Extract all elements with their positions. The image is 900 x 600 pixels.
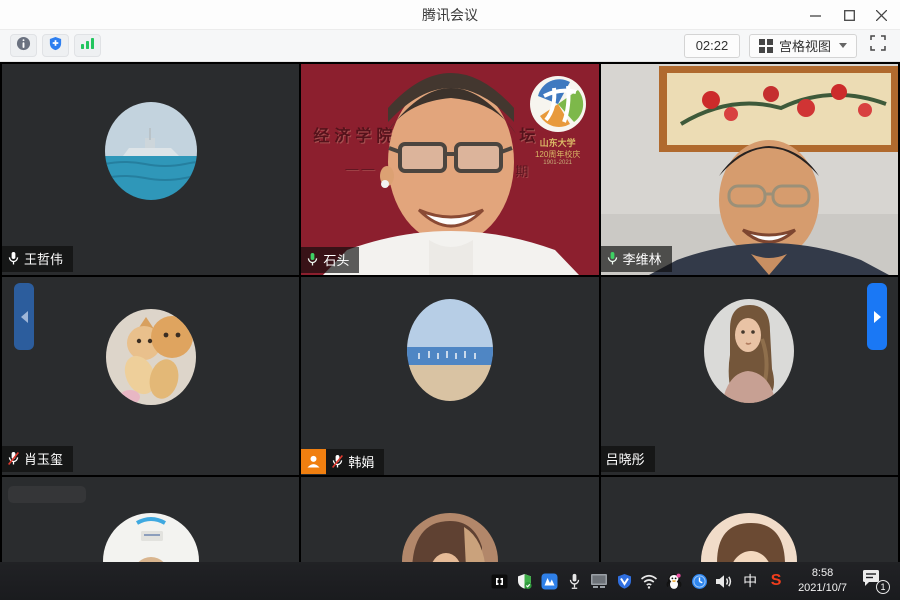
tencent-meeting-window: 腾讯会议 02:22 bbox=[0, 0, 900, 600]
display-icon[interactable] bbox=[590, 572, 608, 590]
minimize-button[interactable] bbox=[798, 0, 832, 30]
tooltip-remnant bbox=[8, 486, 86, 503]
windows-taskbar: 中 S 8:58 2021/10/7 1 bbox=[0, 562, 900, 600]
mic-muted-icon bbox=[7, 451, 20, 466]
info-icon bbox=[16, 36, 31, 56]
taskbar-clock[interactable]: 8:58 2021/10/7 bbox=[792, 566, 853, 596]
logo-text: 120周年校庆 bbox=[527, 149, 589, 160]
view-mode-label: 宫格视图 bbox=[779, 36, 831, 55]
shield-icon bbox=[48, 36, 63, 56]
logo-text: 1901-2021 bbox=[527, 160, 589, 166]
mic-on-icon bbox=[7, 251, 20, 266]
security-button[interactable] bbox=[42, 34, 69, 57]
chevron-right-icon bbox=[874, 311, 881, 323]
video-feed bbox=[601, 64, 898, 275]
clock-app-icon[interactable] bbox=[690, 572, 708, 590]
name-tag: 韩娟 bbox=[326, 449, 384, 475]
avatar bbox=[407, 299, 493, 401]
chevron-left-icon bbox=[21, 311, 28, 323]
view-mode-dropdown[interactable]: 宫格视图 bbox=[749, 34, 857, 58]
name-tag: 吕晓彤 bbox=[601, 446, 655, 472]
title-bar: 腾讯会议 bbox=[0, 0, 900, 30]
notification-count-badge: 1 bbox=[876, 580, 890, 594]
avatar bbox=[105, 102, 197, 200]
m-app-icon[interactable] bbox=[540, 572, 558, 590]
qq-icon[interactable] bbox=[665, 572, 683, 590]
microphone-icon[interactable] bbox=[565, 572, 583, 590]
tencent-security-shield-icon[interactable] bbox=[615, 572, 633, 590]
mic-speaking-icon bbox=[606, 251, 619, 266]
notification-center-button[interactable]: 1 bbox=[860, 568, 890, 594]
participant-name: 吕晓彤 bbox=[606, 449, 645, 468]
avatar bbox=[106, 309, 196, 405]
video-grid: 王哲伟 经济学院海 坛 —— 期 bbox=[0, 62, 900, 600]
university-logo: 山东大学 120周年校庆 1901-2021 bbox=[527, 76, 589, 166]
previous-page-button[interactable] bbox=[14, 283, 34, 350]
sogou-input-icon[interactable]: S bbox=[767, 572, 785, 590]
name-tag: 王哲伟 bbox=[2, 246, 73, 272]
participant-name: 石头 bbox=[323, 250, 349, 269]
member-badge-icon bbox=[301, 449, 326, 474]
name-tag: 肖玉玺 bbox=[2, 446, 73, 472]
participant-tile[interactable]: 王哲伟 bbox=[2, 64, 299, 275]
participant-name: 王哲伟 bbox=[24, 249, 63, 268]
taskbar-time: 8:58 bbox=[798, 566, 847, 581]
participant-tile[interactable]: 韩娟 bbox=[301, 277, 598, 475]
mic-speaking-icon bbox=[306, 252, 319, 267]
participant-name: 李维林 bbox=[623, 249, 662, 268]
signal-bars-icon bbox=[80, 36, 95, 55]
participant-name: 韩娟 bbox=[348, 452, 374, 471]
participant-tile[interactable]: 肖玉玺 bbox=[2, 277, 299, 475]
fullscreen-icon bbox=[870, 35, 886, 56]
logo-text: 山东大学 bbox=[527, 136, 589, 149]
wifi-icon[interactable] bbox=[640, 572, 658, 590]
close-button[interactable] bbox=[864, 0, 898, 30]
name-tag: 石头 bbox=[301, 247, 359, 273]
window-title: 腾讯会议 bbox=[0, 0, 900, 30]
meeting-toolbar: 02:22 宫格视图 bbox=[0, 30, 900, 62]
video-feed: 经济学院海 坛 —— 期 bbox=[301, 64, 598, 275]
reader-app-icon[interactable] bbox=[490, 572, 508, 590]
fullscreen-button[interactable] bbox=[866, 34, 890, 58]
ime-language-indicator[interactable]: 中 bbox=[740, 571, 760, 591]
mic-muted-icon bbox=[331, 454, 344, 469]
participant-tile[interactable]: 吕晓彤 bbox=[601, 277, 898, 475]
network-status-button[interactable] bbox=[74, 34, 101, 57]
antivirus-shield-icon[interactable] bbox=[515, 572, 533, 590]
volume-icon[interactable] bbox=[715, 572, 733, 590]
participant-name: 肖玉玺 bbox=[24, 449, 63, 468]
chevron-down-icon bbox=[839, 43, 847, 48]
avatar bbox=[704, 299, 794, 403]
grid-view-icon bbox=[759, 39, 773, 53]
name-tag: 李维林 bbox=[601, 246, 672, 272]
meeting-info-button[interactable] bbox=[10, 34, 37, 57]
taskbar-date: 2021/10/7 bbox=[798, 581, 847, 596]
participant-tile[interactable]: 李维林 bbox=[601, 64, 898, 275]
meeting-timer: 02:22 bbox=[684, 34, 740, 58]
next-page-button[interactable] bbox=[867, 283, 887, 350]
maximize-button[interactable] bbox=[832, 0, 866, 30]
participant-tile[interactable]: 经济学院海 坛 —— 期 bbox=[301, 64, 598, 275]
